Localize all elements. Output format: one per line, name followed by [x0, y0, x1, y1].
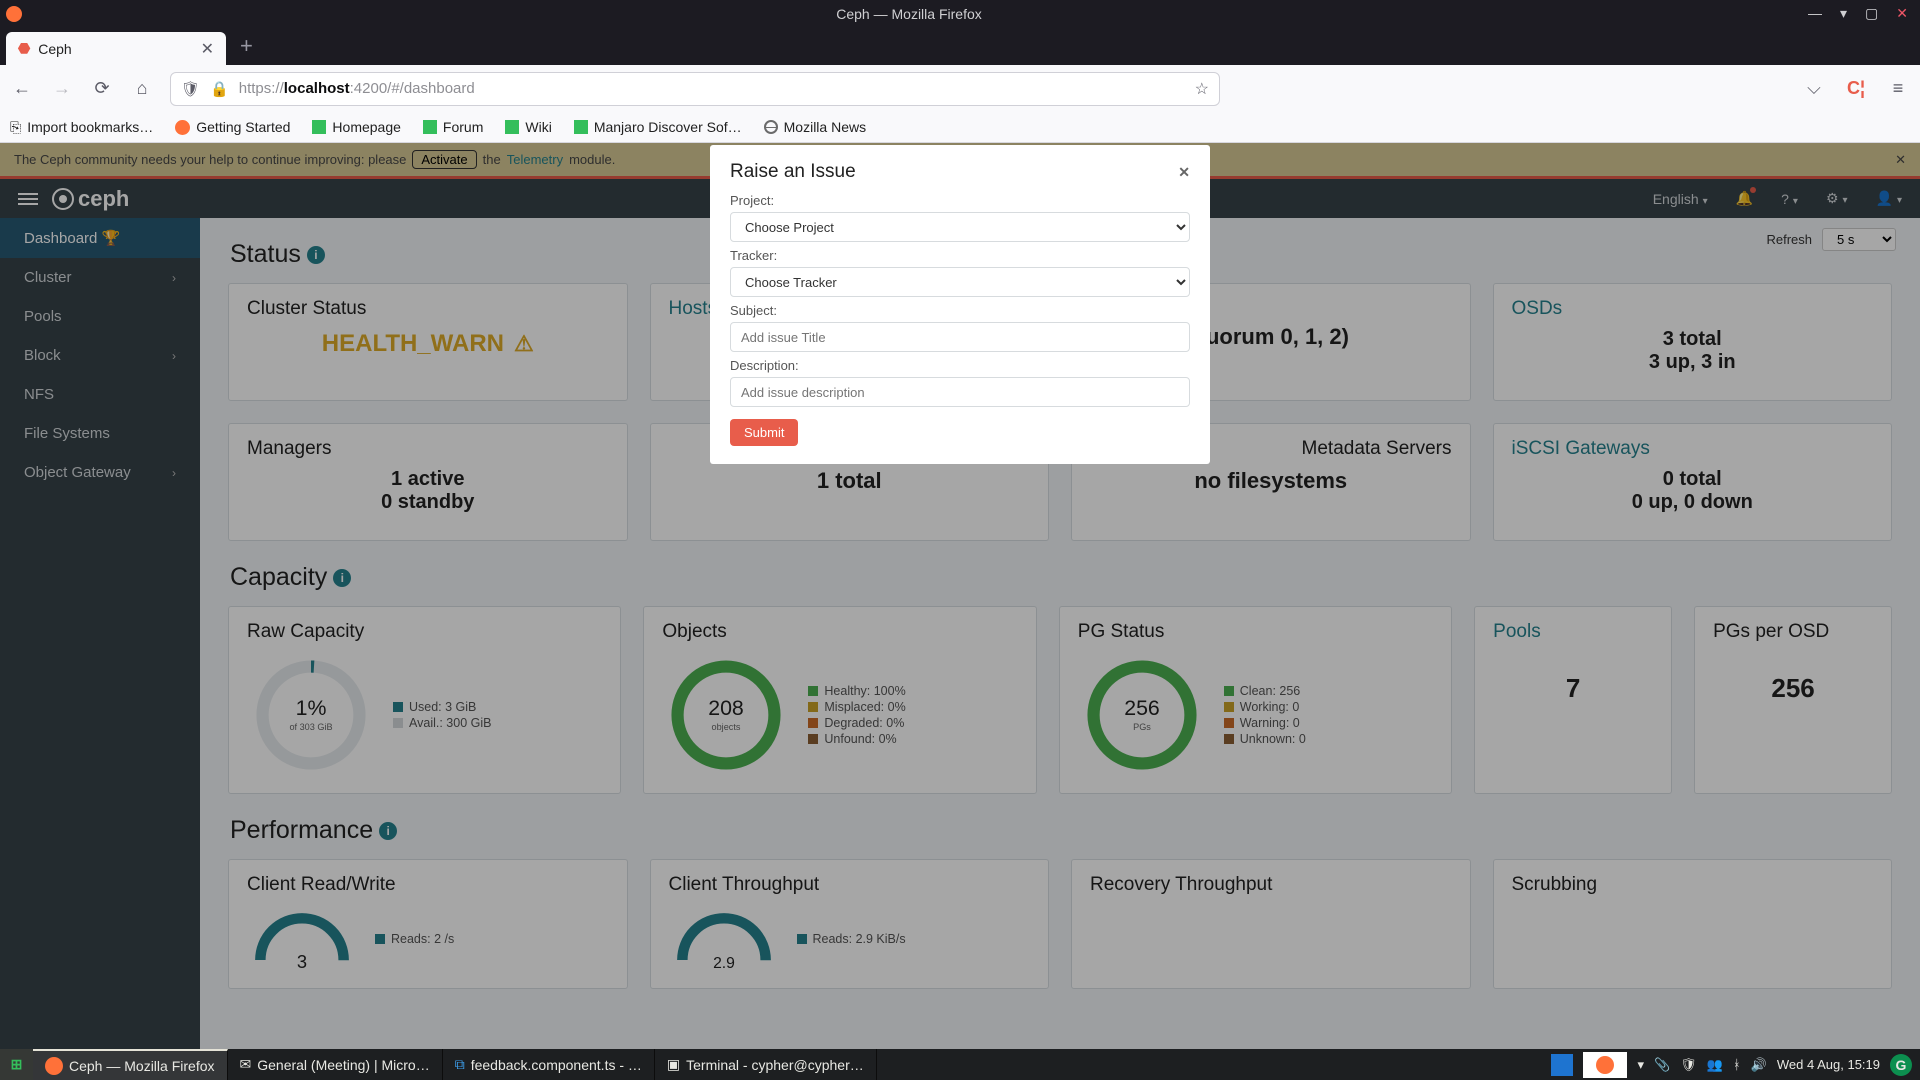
pocket-icon[interactable]: ⌵ [1802, 77, 1826, 101]
bookmark-getting-started[interactable]: Getting Started [175, 119, 290, 135]
project-label: Project: [730, 193, 1190, 208]
import-icon: ⎘ [10, 119, 21, 136]
bookmark-homepage[interactable]: Homepage [312, 119, 401, 135]
volume-icon[interactable]: 🔊 [1751, 1057, 1767, 1073]
url-bar[interactable]: 🛡 🔒 https://localhost:4200/#/dashboard ☆ [170, 72, 1220, 106]
home-button[interactable]: ⌂ [130, 77, 154, 101]
browser-toolbar: ← → ⟳ ⌂ 🛡 🔒 https://localhost:4200/#/das… [0, 65, 1920, 112]
app-menu-button[interactable]: ≡ [1886, 77, 1910, 101]
tracker-select[interactable]: Choose Tracker [730, 267, 1190, 297]
back-button[interactable]: ← [10, 77, 34, 101]
window-minimize-icon[interactable]: — [1808, 5, 1822, 22]
description-input[interactable] [730, 377, 1190, 407]
manjaro-icon [312, 120, 326, 134]
forward-button[interactable]: → [50, 77, 74, 101]
browser-tab[interactable]: ⬣ Ceph ✕ [6, 32, 226, 65]
system-tray: ▾ 📎 🛡 👥 ᚼ 🔊 Wed 4 Aug, 15:19 G [1543, 1052, 1920, 1078]
url-text: https://localhost:4200/#/dashboard [239, 80, 475, 97]
manjaro-icon [505, 120, 519, 134]
bookmark-import[interactable]: ⎘Import bookmarks… [10, 119, 153, 136]
page: The Ceph community needs your help to co… [0, 143, 1920, 1049]
reload-button[interactable]: ⟳ [90, 77, 114, 101]
project-select[interactable]: Choose Project [730, 212, 1190, 242]
extension-icon[interactable]: C¦ [1844, 77, 1868, 101]
window-dock-icon[interactable]: ▾ [1840, 5, 1847, 22]
ceph-favicon-icon: ⬣ [18, 40, 30, 57]
firefox-icon [6, 6, 22, 22]
manjaro-icon [574, 120, 588, 134]
bookmark-forum[interactable]: Forum [423, 119, 483, 135]
teams-tray-icon[interactable]: 👥 [1707, 1057, 1723, 1073]
bookmark-wiki[interactable]: Wiki [505, 119, 551, 135]
bluetooth-icon[interactable]: ᚼ [1733, 1057, 1741, 1072]
mail-icon: ✉ [240, 1056, 252, 1073]
grammarly-tray-icon[interactable]: G [1890, 1054, 1912, 1076]
shield-tray-icon[interactable]: 🛡 [1680, 1057, 1697, 1073]
modal-close-icon[interactable]: ✕ [1178, 164, 1190, 181]
taskbar-item-vscode[interactable]: ⧉feedback.component.ts - … [443, 1049, 655, 1080]
tray-firefox-preview[interactable] [1583, 1052, 1627, 1078]
shield-icon: 🛡 [181, 80, 200, 98]
window-buttons: — ▾ ▢ ✕ [1796, 5, 1920, 22]
vscode-icon: ⧉ [455, 1056, 465, 1073]
new-tab-button[interactable]: + [226, 33, 267, 65]
firefox-window: Ceph — Mozilla Firefox — ▾ ▢ ✕ ⬣ Ceph ✕ … [0, 0, 1920, 1049]
modal-overlay[interactable]: Raise an Issue ✕ Project: Choose Project… [0, 143, 1920, 1049]
wifi-icon[interactable]: ▾ [1637, 1057, 1644, 1073]
tab-close-icon[interactable]: ✕ [201, 39, 214, 59]
window-close-icon[interactable]: ✕ [1896, 5, 1908, 22]
subject-input[interactable] [730, 322, 1190, 352]
taskbar-item-terminal[interactable]: ▣Terminal - cypher@cypher… [655, 1049, 877, 1080]
subject-label: Subject: [730, 303, 1190, 318]
firefox-icon [175, 120, 190, 135]
tab-label: Ceph [38, 41, 71, 57]
raise-issue-modal: Raise an Issue ✕ Project: Choose Project… [710, 145, 1210, 464]
terminal-icon: ▣ [667, 1056, 680, 1073]
window-title: Ceph — Mozilla Firefox [22, 6, 1796, 22]
tracker-label: Tracker: [730, 248, 1190, 263]
window-titlebar: Ceph — Mozilla Firefox — ▾ ▢ ✕ [0, 0, 1920, 27]
lock-warning-icon: 🔒 [210, 80, 229, 98]
tray-app-icon[interactable] [1551, 1054, 1573, 1076]
bookmark-mozilla[interactable]: Mozilla News [764, 119, 866, 135]
description-label: Description: [730, 358, 1190, 373]
globe-icon [764, 120, 778, 134]
desktop-taskbar: ⊞ Ceph — Mozilla Firefox ✉General (Meeti… [0, 1049, 1920, 1080]
firefox-icon [45, 1057, 63, 1075]
launcher-button[interactable]: ⊞ [0, 1049, 33, 1080]
manjaro-icon [423, 120, 437, 134]
clip-icon[interactable]: 📎 [1654, 1057, 1670, 1073]
taskbar-item-teams[interactable]: ✉General (Meeting) | Micro… [228, 1049, 443, 1080]
tab-strip: ⬣ Ceph ✕ + [0, 27, 1920, 65]
clock[interactable]: Wed 4 Aug, 15:19 [1777, 1057, 1880, 1072]
submit-button[interactable]: Submit [730, 419, 798, 446]
bookmark-discover[interactable]: Manjaro Discover Sof… [574, 119, 742, 135]
bookmarks-bar: ⎘Import bookmarks… Getting Started Homep… [0, 112, 1920, 143]
bookmark-star-icon[interactable]: ☆ [1195, 79, 1209, 99]
window-maximize-icon[interactable]: ▢ [1865, 5, 1878, 22]
taskbar-item-firefox[interactable]: Ceph — Mozilla Firefox [33, 1049, 228, 1080]
modal-title: Raise an Issue [730, 161, 856, 183]
